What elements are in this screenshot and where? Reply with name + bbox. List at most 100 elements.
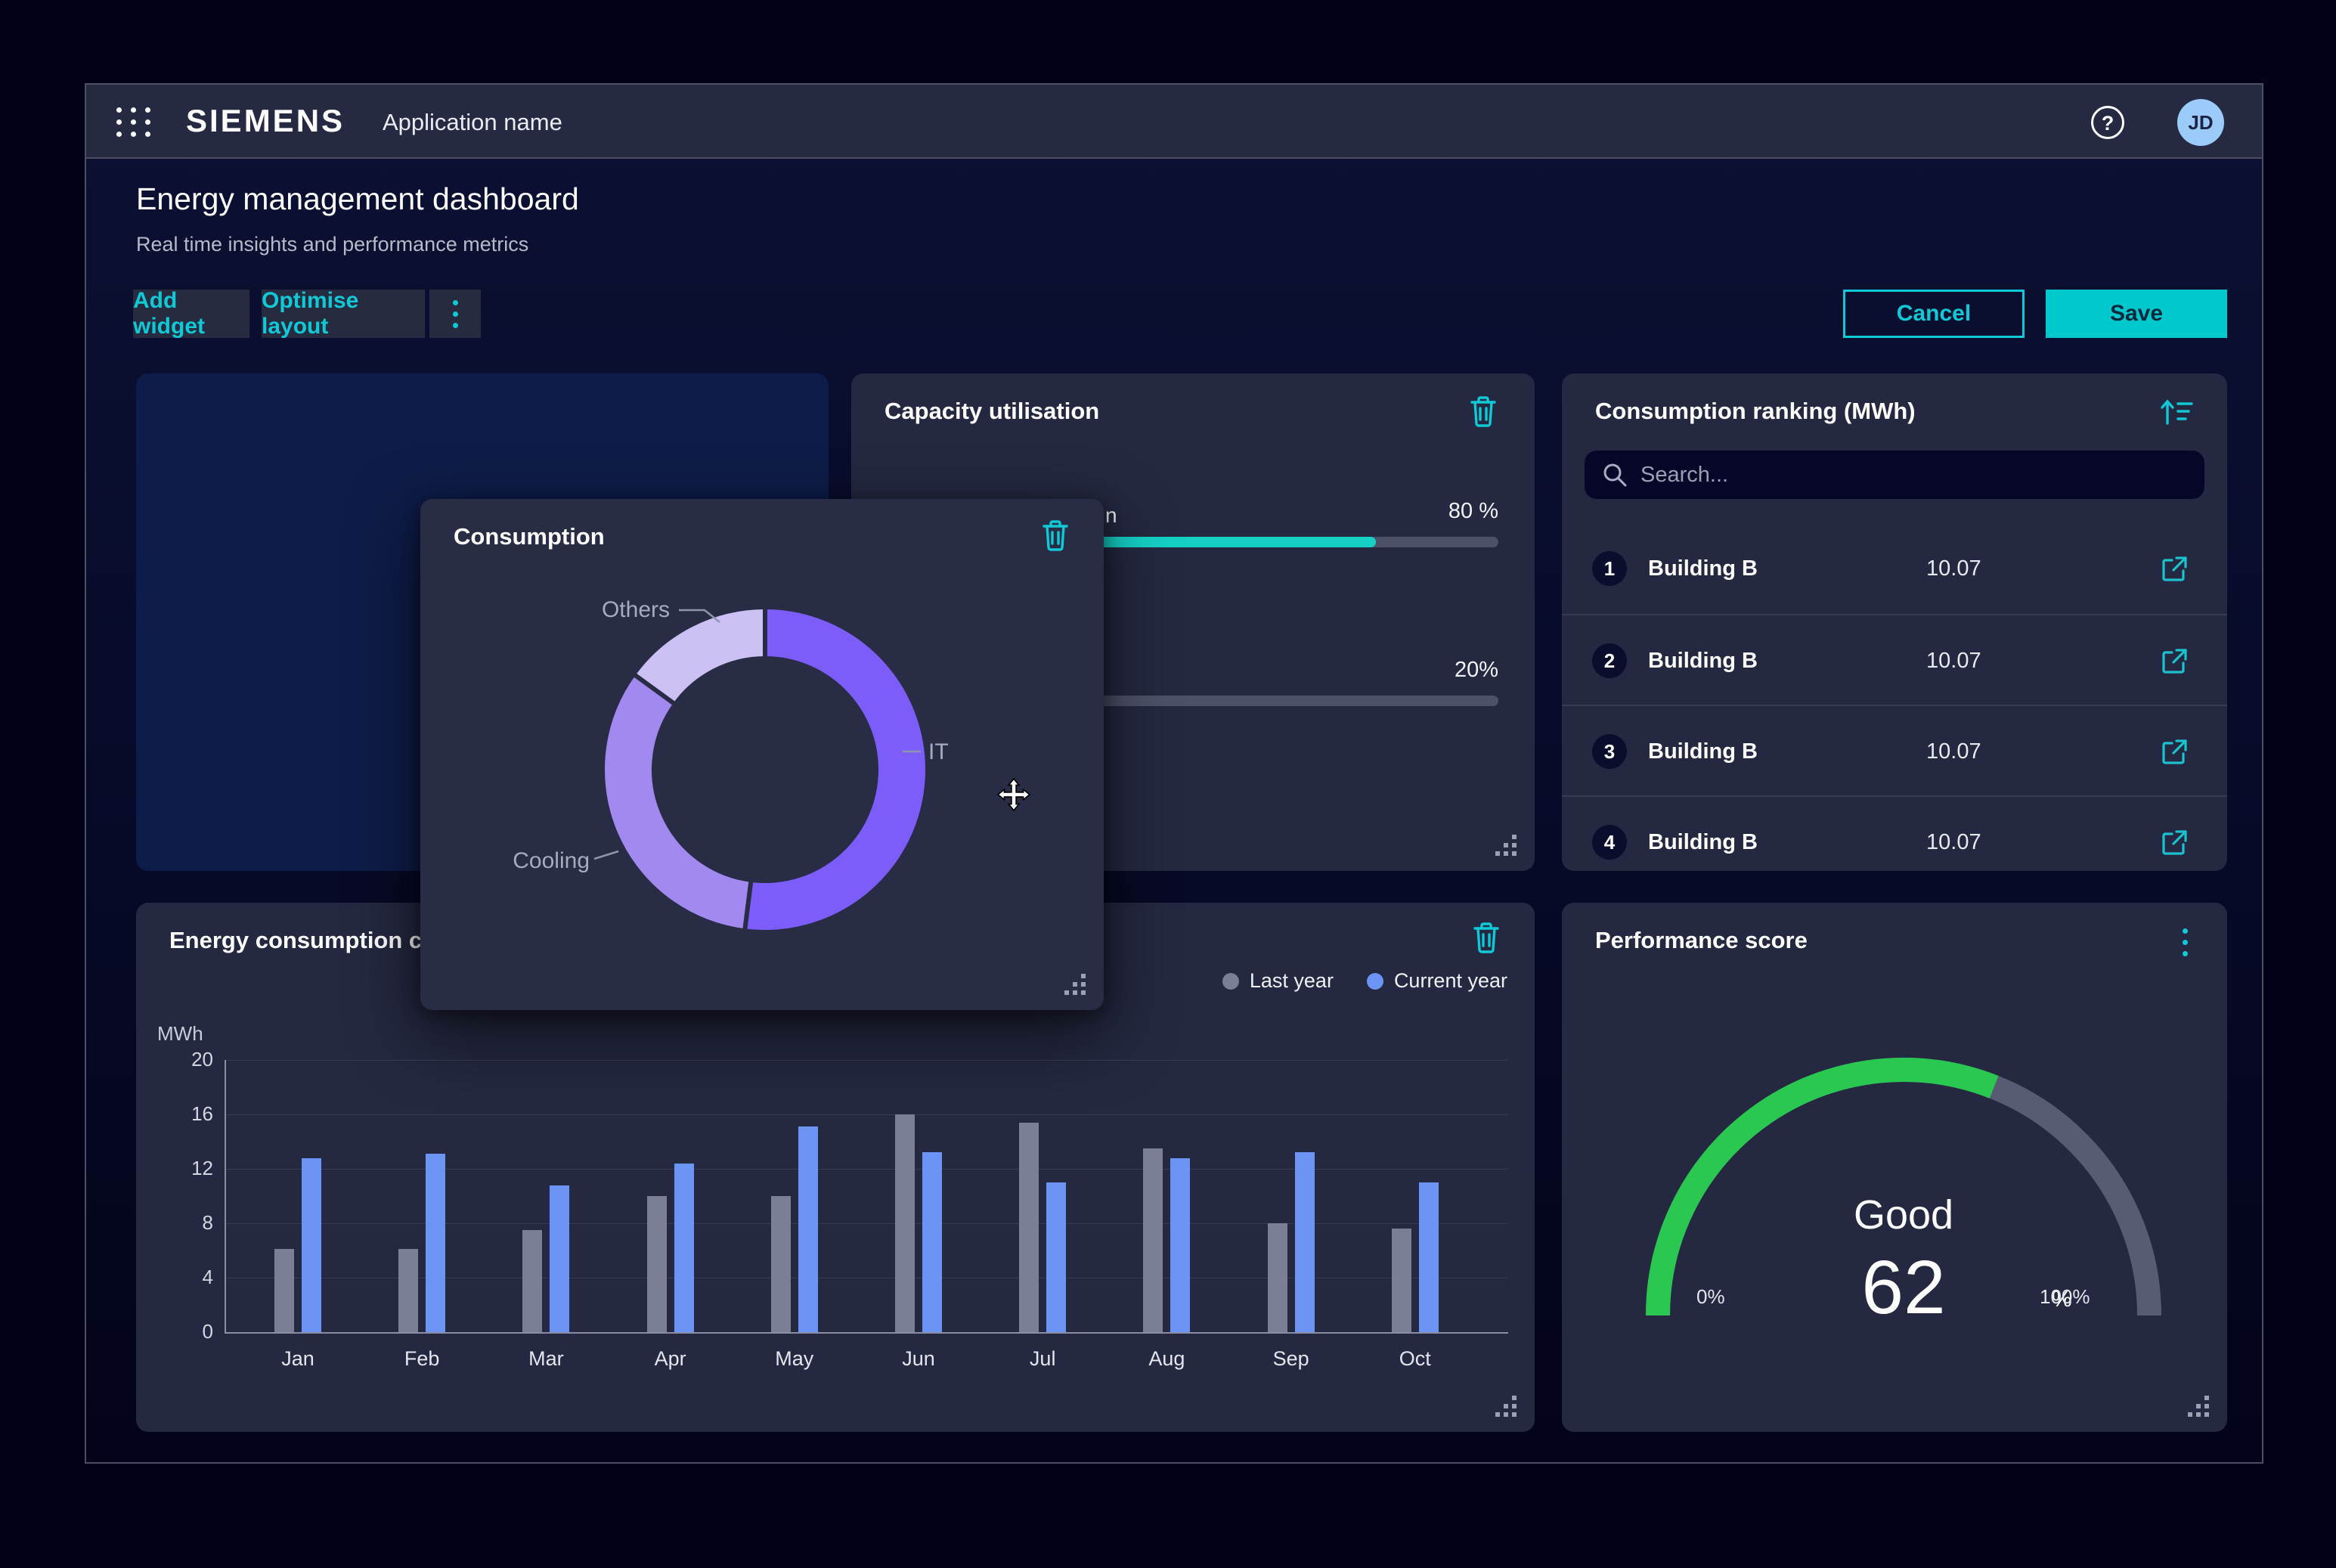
app-window: SIEMENS Application name ? JD Energy man… [85,83,2263,1464]
bar-current-year [1295,1152,1315,1332]
x-tick-label: Mar [497,1347,595,1371]
help-icon[interactable]: ? [2091,106,2124,139]
external-link-icon[interactable] [2161,738,2188,765]
ranking-row: 4 Building B 10.07 [1562,795,2227,886]
bar-current-year [302,1158,321,1332]
y-tick-label: 20 [151,1048,213,1071]
gridline [225,1060,1507,1061]
consumption-widget-floating[interactable]: Consumption Others IT Cooling [420,499,1104,1010]
ranking-row: 3 Building B 10.07 [1562,705,2227,795]
building-name: Building B [1648,649,1758,674]
bar-current-year [426,1154,445,1332]
optimise-layout-button[interactable]: Optimise layout [262,290,425,338]
move-cursor-icon [996,777,1031,812]
bar-last-year [398,1249,418,1332]
external-link-icon[interactable] [2161,555,2188,582]
app-launcher-icon[interactable] [115,104,151,140]
external-link-icon[interactable] [2161,647,2188,674]
donut-label-cooling: Cooling [513,848,590,874]
rank-badge: 4 [1592,825,1627,860]
y-tick-label: 8 [151,1211,213,1235]
y-tick-label: 4 [151,1266,213,1289]
consumption-value: 10.07 [1926,739,1981,764]
donut-segment-it [748,633,902,906]
bar-last-year [1143,1148,1163,1332]
delete-widget-icon[interactable] [1468,395,1498,428]
x-tick-label: Jan [249,1347,347,1371]
donut-segment-cooling [628,689,748,906]
bar-last-year [895,1114,915,1332]
bar-last-year [1019,1123,1039,1332]
bar-last-year [771,1196,791,1332]
building-name: Building B [1648,830,1758,855]
external-link-icon[interactable] [2161,829,2188,856]
x-tick-label: May [745,1347,844,1371]
add-widget-button[interactable]: Add widget [133,290,249,338]
x-tick-label: Oct [1366,1347,1464,1371]
search-box [1585,451,2204,499]
x-tick-label: Jun [869,1347,968,1371]
ranking-title: Consumption ranking (MWh) [1595,398,1916,425]
bar-last-year [274,1249,294,1332]
bar-last-year [1268,1223,1287,1332]
bar-current-year [922,1152,942,1332]
toolbar-kebab-icon[interactable] [429,290,481,338]
x-tick-label: Aug [1117,1347,1216,1371]
page-title: Energy management dashboard [136,181,579,217]
x-tick-label: Jul [993,1347,1092,1371]
x-tick-label: Sep [1242,1347,1340,1371]
sort-ascending-icon[interactable] [2158,393,2194,429]
leader-cooling [594,851,618,859]
rank-badge: 3 [1592,734,1627,769]
search-input[interactable] [1640,451,2189,499]
ranking-widget: Consumption ranking (MWh) 1 Building B 10.… [1562,373,2227,871]
donut-chart [420,499,1104,1010]
application-name: Application name [383,109,562,136]
x-tick-label: Feb [373,1347,471,1371]
avatar[interactable]: JD [2177,99,2224,146]
capacity-title: Capacity utilisation [885,398,1099,425]
bar-last-year [1392,1229,1411,1332]
bar-current-year [550,1185,569,1332]
cancel-button[interactable]: Cancel [1843,290,2025,338]
capacity-value-1: 80 % [1448,499,1498,524]
bar-current-year [1419,1182,1439,1332]
gauge-value: 62 [1752,1244,2055,1331]
gauge-state-label: Good [1752,1191,2055,1238]
resize-handle-icon[interactable] [1058,968,1089,998]
consumption-value: 10.07 [1926,556,1981,581]
donut-segment-others [655,633,765,689]
consumption-value: 10.07 [1926,830,1981,855]
ranking-row: 1 Building B 10.07 [1562,523,2227,614]
performance-widget: Performance score Good 62 % 0% 100% [1562,903,2227,1432]
x-tick-label: Apr [621,1347,720,1371]
donut-label-it: IT [928,739,949,765]
page-subtitle: Real time insights and performance metri… [136,233,528,256]
y-tick-label: 0 [151,1320,213,1343]
y-axis-line [225,1060,226,1334]
gauge-max-label: 100% [2040,1285,2090,1309]
donut-label-others: Others [602,597,670,623]
bar-current-year [674,1164,694,1332]
screen: { "header": { "logo": "SIEMENS", "app_na… [0,0,2336,1568]
building-name: Building B [1648,739,1758,764]
save-button[interactable]: Save [2046,290,2227,338]
search-icon [1601,461,1628,488]
rank-badge: 1 [1592,551,1627,586]
resize-handle-icon[interactable] [1489,1390,1520,1420]
gridline [225,1114,1507,1115]
building-name: Building B [1648,556,1758,581]
app-header: SIEMENS Application name ? JD [86,85,2262,159]
resize-handle-icon[interactable] [1489,829,1520,859]
y-tick-label: 16 [151,1102,213,1126]
bar-current-year [798,1126,818,1332]
rank-badge: 2 [1592,643,1627,678]
gauge-min-label: 0% [1696,1285,1725,1309]
gridline [225,1169,1507,1170]
capacity-value-2: 20% [1455,658,1498,683]
gridline [225,1223,1507,1224]
bar-last-year [647,1196,667,1332]
bar-current-year [1170,1158,1190,1332]
bar-current-year [1046,1182,1066,1332]
resize-handle-icon[interactable] [2182,1390,2212,1420]
